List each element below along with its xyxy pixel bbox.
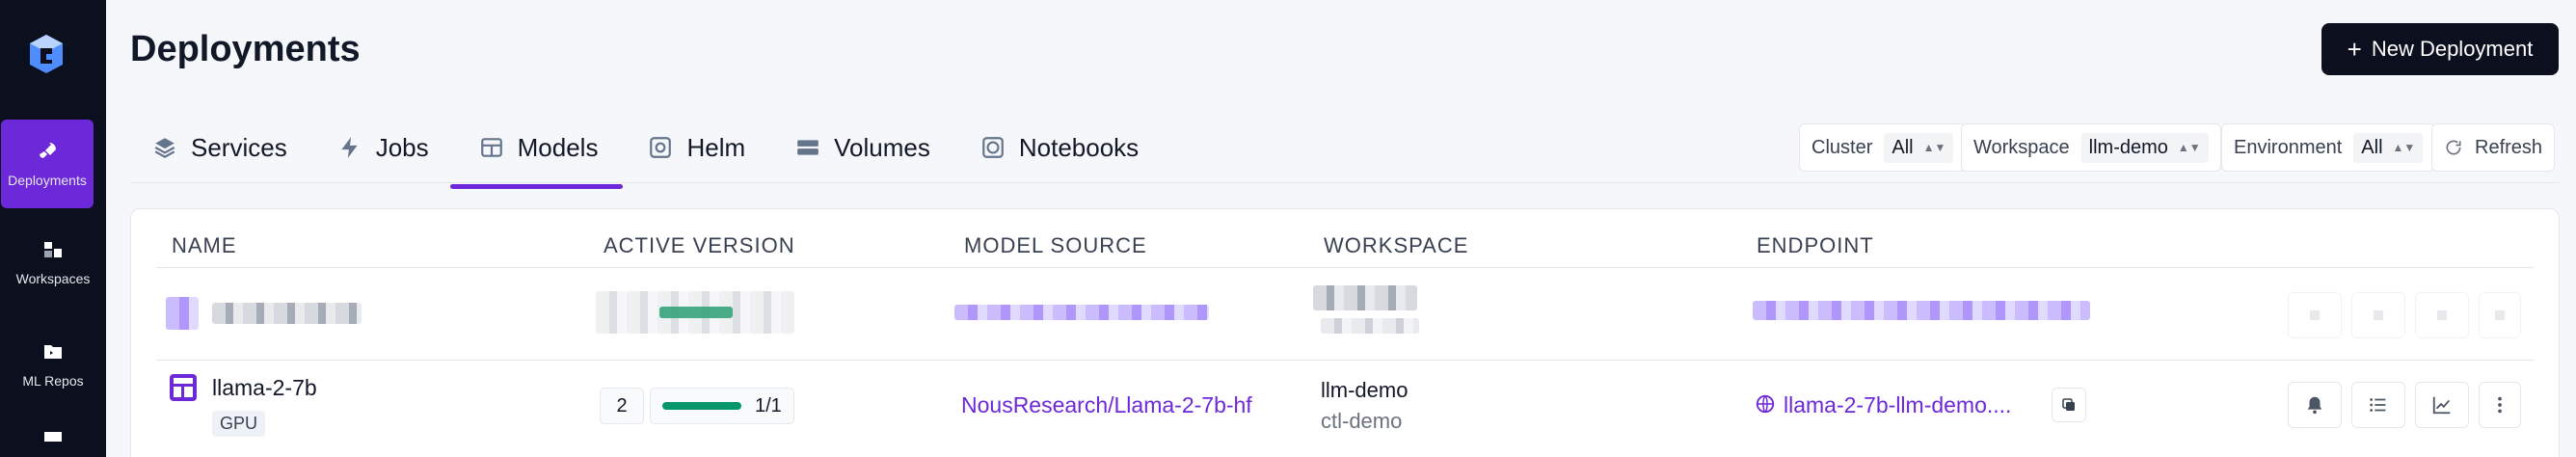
globe-icon [1756,394,1775,414]
redacted-icon [166,297,199,330]
list-icon [2370,398,2386,412]
table-header-divider [156,267,2534,268]
tab-models[interactable]: Models [449,125,624,189]
column-header-active-version[interactable]: ACTIVE VERSION [604,233,795,258]
more-vertical-icon [2498,396,2502,414]
row-divider [156,360,2534,361]
sort-arrows-icon: ▲▼ [2177,141,2201,154]
redacted-action[interactable] [2351,292,2405,338]
sidebar-item-workspaces[interactable]: Workspaces [0,218,106,307]
replica-count: 1/1 [755,394,782,417]
page-title: Deployments [130,29,361,69]
version-number[interactable]: 2 [600,388,644,424]
alerts-button[interactable] [2288,382,2342,428]
cluster-filter[interactable]: Cluster All ▲▼ [1799,123,1967,172]
grid-icon [44,432,62,442]
gpu-badge: GPU [212,411,266,437]
redacted-action[interactable] [2415,292,2469,338]
column-header-name[interactable]: NAME [172,233,237,258]
sidebar-item-more[interactable] [0,424,106,457]
logo-icon[interactable] [27,33,66,75]
folder-icon [44,345,62,359]
replica-progress-bar [662,402,741,410]
workspace-icon [44,242,62,257]
tab-helm[interactable]: Helm [648,125,745,170]
redacted-progress [659,307,733,318]
tabs-divider [130,182,2560,183]
redacted-workspace [1313,285,1417,310]
refresh-button[interactable]: Refresh [2431,123,2556,172]
logs-button[interactable] [2351,382,2405,428]
workspace-filter[interactable]: Workspace llm-demo ▲▼ [1961,123,2221,172]
tab-volumes[interactable]: Volumes [795,125,930,170]
tab-services[interactable]: Services [152,125,287,170]
model-name[interactable]: llama-2-7b [212,375,317,401]
layers-icon [154,138,175,158]
sort-arrows-icon: ▲▼ [2392,141,2416,154]
sidebar-item-ml-repos[interactable]: ML Repos [0,320,106,409]
workspace-select[interactable]: llm-demo ▲▼ [2080,132,2209,163]
endpoint-link[interactable]: llama-2-7b-llm-demo.... [1784,392,2011,418]
refresh-icon [2446,140,2461,155]
column-header-workspace[interactable]: WORKSPACE [1324,233,1468,258]
tab-notebooks[interactable]: Notebooks [980,125,1139,170]
table-icon [480,138,502,157]
table-icon [170,374,197,401]
helm-icon [650,137,672,158]
column-header-model-source[interactable]: MODEL SOURCE [964,233,1147,258]
metrics-button[interactable] [2415,382,2469,428]
column-header-endpoint[interactable]: ENDPOINT [1757,233,1874,258]
sidebar: Deployments Workspaces ML Repos [0,0,106,457]
bell-icon [2307,396,2322,415]
replica-status: 1/1 [650,388,794,424]
workspace-name[interactable]: llm-demo [1321,378,1408,403]
plus-icon: + [2347,34,2362,64]
sort-arrows-icon: ▲▼ [1922,141,1946,154]
redacted-source [954,305,1209,320]
environment-select[interactable]: All ▲▼ [2353,132,2424,163]
sidebar-item-label: Workspaces [15,271,91,286]
redacted-endpoint [1753,301,2090,320]
cluster-name: ctl-demo [1321,409,1403,433]
environment-filter[interactable]: Environment All ▲▼ [2221,123,2436,172]
volume-icon [797,140,818,155]
model-source-link[interactable]: NousResearch/Llama-2-7b-hf [961,392,1252,418]
copy-icon [2062,398,2075,411]
sidebar-item-label: Deployments [8,173,87,188]
more-actions-button[interactable] [2479,382,2521,428]
notebook-icon [982,137,1004,158]
sidebar-item-label: ML Repos [22,373,84,389]
redacted-cluster [1321,318,1419,334]
lightning-icon [341,137,358,158]
redacted-text [212,303,362,324]
copy-endpoint-button[interactable] [2052,388,2086,422]
replica-progress-fill [662,402,741,410]
rocket-icon [40,143,56,158]
cluster-select[interactable]: All ▲▼ [1884,132,1954,163]
redacted-action[interactable] [2288,292,2342,338]
sidebar-item-deployments[interactable]: Deployments [1,120,94,208]
deployment-tabs: Services Jobs Models Helm Volumes Notebo… [152,125,1189,189]
redacted-action[interactable] [2479,292,2521,338]
new-deployment-button[interactable]: + New Deployment [2321,23,2559,75]
tab-jobs[interactable]: Jobs [337,125,429,170]
chart-icon [2432,396,2451,415]
